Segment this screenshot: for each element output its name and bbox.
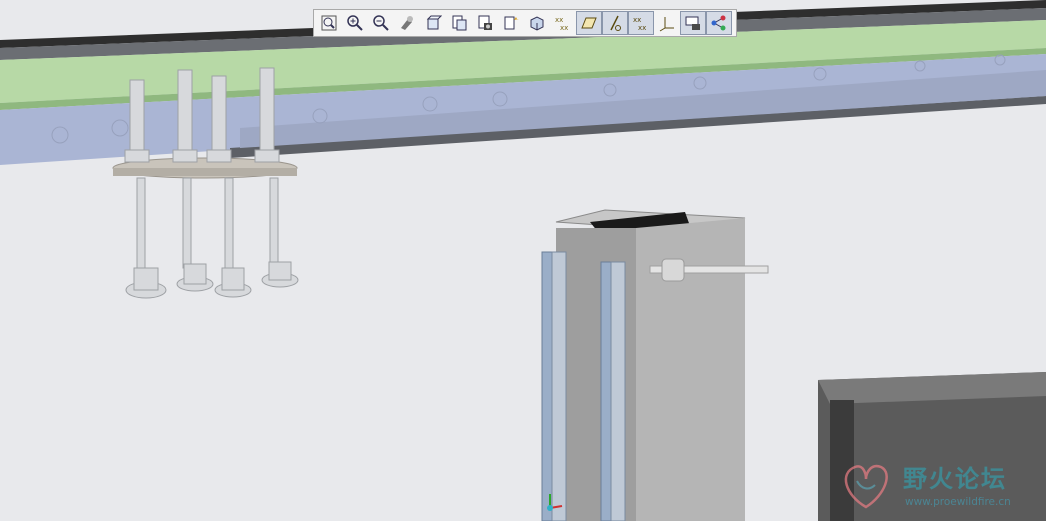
forum-logo-icon [844, 464, 888, 509]
zoom-in-icon [347, 15, 363, 31]
saved-orientations-button[interactable] [446, 11, 472, 35]
annotation-display-button[interactable]: xx xx [550, 11, 576, 35]
zoom-in-button[interactable] [342, 11, 368, 35]
zoom-out-button[interactable] [368, 11, 394, 35]
point-display-icon: xxxx [633, 16, 646, 32]
view-manager-icon [478, 15, 492, 30]
axis-display-icon [610, 15, 621, 31]
perspective-view-button[interactable] [524, 11, 550, 35]
display-style-icon [426, 15, 442, 30]
saved-orientations-icon [452, 15, 467, 31]
svg-text:xx: xx [638, 24, 646, 32]
svg-text:xx: xx [555, 16, 563, 24]
axis-display-toggle[interactable] [602, 11, 628, 35]
watermark: 野火论坛 www.proewildfire.cn [835, 455, 1041, 517]
appearance-editor-toggle[interactable] [680, 11, 706, 35]
watermark-brand: 野火论坛 [903, 465, 1007, 493]
display-style-button[interactable] [420, 11, 446, 35]
model-tree-icon [711, 15, 726, 31]
csys-display-icon [659, 17, 674, 32]
appearance-editor-icon [685, 16, 700, 30]
spin-center-button[interactable] [498, 11, 524, 35]
point-display-toggle[interactable]: xx xx [628, 11, 654, 35]
spin-center-icon [504, 16, 519, 30]
repaint-button[interactable] [394, 11, 420, 35]
plane-display-toggle[interactable] [576, 11, 602, 35]
repaint-icon [401, 16, 413, 30]
view-manager-button[interactable] [472, 11, 498, 35]
plane-display-icon [581, 17, 597, 29]
csys-display-button[interactable] [654, 11, 680, 35]
svg-text:xx: xx [560, 24, 568, 32]
zoom-out-icon [373, 15, 389, 31]
svg-text:xx: xx [633, 16, 641, 24]
model-viewport[interactable] [0, 0, 1046, 521]
perspective-view-icon [530, 16, 544, 31]
refit-icon [321, 15, 337, 31]
view-toolbar: xx xx xx xx [313, 9, 737, 37]
linear-column [541, 209, 769, 521]
watermark-url: www.proewildfire.cn [905, 496, 1011, 508]
annotation-display-icon: xxxx [555, 16, 568, 32]
refit-button[interactable] [316, 11, 342, 35]
model-tree-toggle[interactable] [706, 11, 732, 35]
